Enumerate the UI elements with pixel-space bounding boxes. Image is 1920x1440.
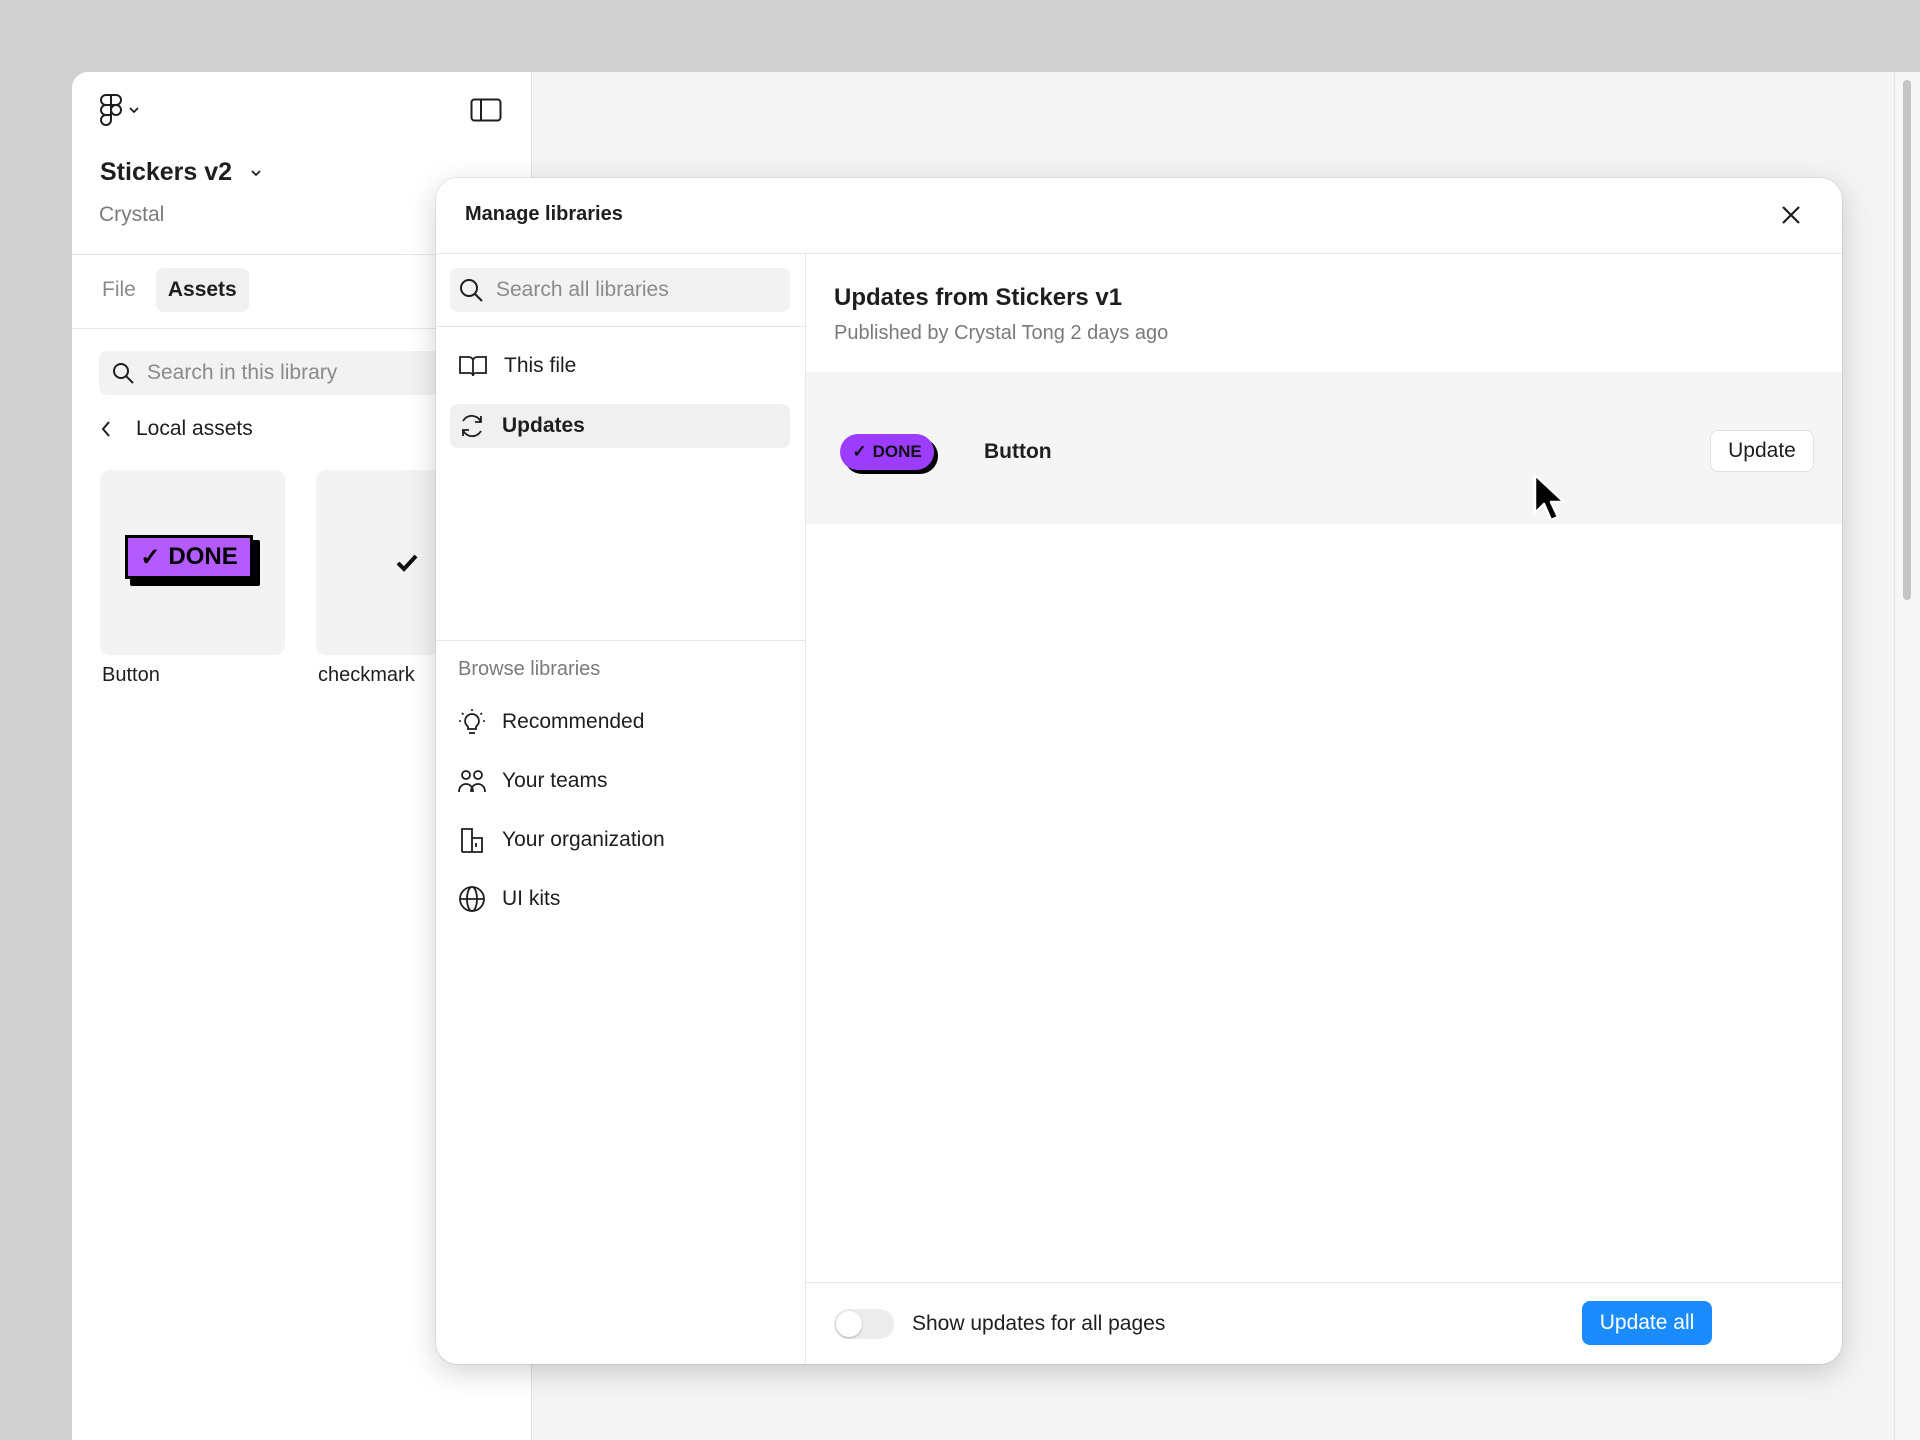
done-sticker-thumbnail: ✓ DONE [125,535,260,586]
nav-item-your-organization[interactable]: Your organization [450,818,790,862]
divider [436,326,805,327]
done-pill-thumbnail: ✓ DONE [840,434,938,474]
canvas-scrollbar[interactable] [1894,72,1920,1440]
toggle-knob [836,1311,862,1337]
dialog-header: Manage libraries [436,178,1842,254]
building-icon [461,828,483,853]
updates-panel: Updates from Stickers v1 Published by Cr… [806,254,1842,1364]
nav-label: Recommended [502,710,645,733]
nav-item-ui-kits[interactable]: UI kits [450,877,790,921]
nav-item-recommended[interactable]: Recommended [450,700,790,744]
close-icon [1782,206,1800,224]
mouse-cursor-icon [1533,473,1566,522]
tab-assets[interactable]: Assets [155,268,249,312]
update-button[interactable]: Update [1710,430,1814,472]
updates-subtitle: Published by Crystal Tong 2 days ago [834,322,1169,344]
nav-label: Your organization [502,828,665,851]
updates-title: Updates from Stickers v1 [834,284,1123,311]
search-icon [460,279,483,302]
search-placeholder: Search all libraries [496,278,669,301]
nav-item-this-file[interactable]: This file [450,344,790,388]
chevron-down-icon [129,107,139,114]
nav-label: This file [504,354,577,377]
globe-icon [459,886,485,912]
nav-item-your-teams[interactable]: Your teams [450,759,790,803]
chevron-down-icon [251,169,261,176]
toggle-label: Show updates for all pages [912,1312,1166,1335]
file-owner: Crystal [99,203,165,226]
scrollbar-thumb[interactable] [1903,80,1911,600]
file-title-text: Stickers v2 [100,158,233,186]
search-all-libraries-input[interactable]: Search all libraries [450,268,790,312]
nav-label: Updates [502,414,585,437]
nav-item-updates[interactable]: Updates [450,404,790,448]
search-icon [113,363,134,384]
asset-label: Button [102,664,160,686]
show-all-pages-toggle[interactable] [834,1309,894,1339]
sidebar-toggle-button[interactable] [470,98,502,127]
dialog-sidebar: Search all libraries This file Updates B… [436,254,806,1364]
nav-label: UI kits [502,887,561,910]
pill-text: DONE [872,442,922,461]
chevron-left-icon [101,421,110,437]
people-icon [458,770,486,793]
check-icon: ✓ [140,543,161,571]
update-all-button[interactable]: Update all [1582,1301,1712,1345]
main-menu-button[interactable] [100,94,140,126]
tab-file[interactable]: File [90,268,148,312]
asset-label: checkmark [318,664,415,686]
checkmark-icon [396,554,418,572]
refresh-icon [462,414,482,438]
manage-libraries-dialog: Manage libraries Search all libraries Th… [436,178,1842,1364]
component-name: Button [984,440,1052,463]
dialog-title: Manage libraries [465,203,623,225]
dialog-footer: Show updates for all pages Update all [806,1282,1842,1364]
asset-card-button[interactable]: ✓ DONE [100,470,285,655]
panel-icon [470,98,502,122]
browse-section-heading: Browse libraries [458,658,601,680]
nav-label: Your teams [502,769,608,792]
panel-tabs: File Assets [90,268,249,312]
lightbulb-icon [459,709,485,734]
back-to-local-assets[interactable]: Local assets [100,417,253,441]
divider [436,640,805,641]
update-row[interactable]: ✓ DONE Button Update [806,372,1842,524]
sticker-text: DONE [168,543,238,570]
check-icon: ✓ [852,442,867,461]
book-icon [459,356,487,377]
file-title[interactable]: Stickers v2 [100,158,262,187]
search-placeholder: Search in this library [147,361,338,384]
figma-logo-icon [100,94,122,126]
back-label: Local assets [136,417,253,440]
close-button[interactable] [1776,200,1806,230]
